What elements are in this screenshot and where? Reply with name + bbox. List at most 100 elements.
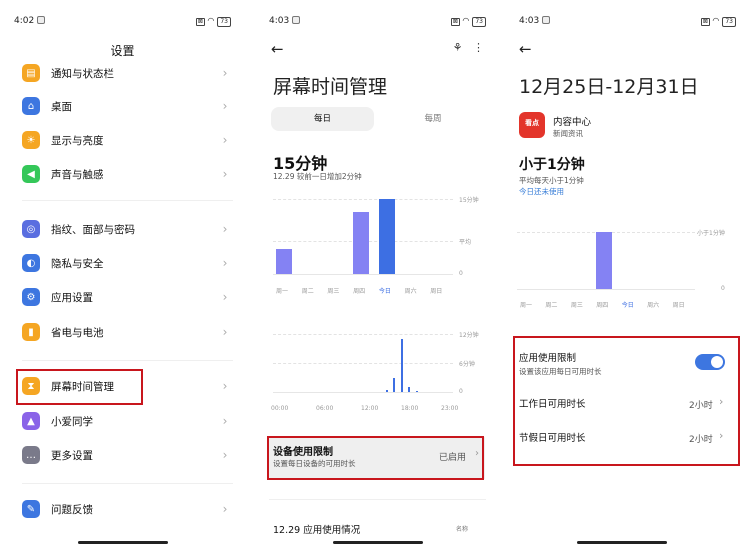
toolbar-icons: ⚘ ⋮ <box>453 41 484 54</box>
x-tick-label: 周四 <box>353 288 366 295</box>
today-usage: 今日还未使用 <box>519 187 564 196</box>
chevron-right-icon: › <box>222 325 228 339</box>
settings-item[interactable]: ◐ 隐私与安全 › <box>22 252 231 274</box>
settings-item[interactable]: ⌂ 桌面 › <box>22 95 231 117</box>
x-tick-label: 周二 <box>301 288 314 295</box>
settings-item-label: 问题反馈 <box>51 503 93 516</box>
sun-icon: ☀ <box>22 131 40 149</box>
wifi-icon: ◠ <box>712 16 720 25</box>
tab-daily[interactable]: 每日 <box>271 107 374 131</box>
screen-time-highlight <box>16 369 143 405</box>
status-icons: ⊠ ◠ 73 <box>700 16 736 27</box>
chevron-right-icon: › <box>222 133 228 147</box>
page-title: 屏幕时间管理 <box>273 76 388 98</box>
settings-item[interactable]: ▮ 省电与电池 › <box>22 321 231 343</box>
battery-level: 73 <box>472 17 486 27</box>
x-tick-label: 周二 <box>545 302 558 309</box>
status-bar: 4:02 ⊠ ◠ 73 <box>14 16 231 30</box>
x-tick-label: 周一 <box>520 302 533 309</box>
speaker-icon: ◀ <box>22 165 40 183</box>
usage-time: 小于1分钟 <box>519 157 585 173</box>
app-logo: 看点 <box>519 112 545 138</box>
settings-item-label: 桌面 <box>51 100 72 113</box>
chart-bar <box>393 377 395 392</box>
chevron-right-icon: › <box>222 99 228 113</box>
home-icon: ⌂ <box>22 97 40 115</box>
home-indicator <box>333 541 423 544</box>
x-tick-label: 周三 <box>570 302 583 309</box>
grid-line <box>273 334 453 335</box>
status-icons: ⊠ ◠ 73 <box>195 16 231 27</box>
x-tick-label: 周六 <box>647 302 660 309</box>
settings-item[interactable]: ☀ 显示与亮度 › <box>22 129 231 151</box>
wifi-icon: ◠ <box>207 16 215 25</box>
fingerprint-icon: ◎ <box>22 220 40 238</box>
settings-item[interactable]: ⚙ 应用设置 › <box>22 286 231 308</box>
x-tick-label: 周六 <box>404 288 417 295</box>
chevron-right-icon: › <box>222 448 228 462</box>
settings-panel: 4:02 ⊠ ◠ 73 设置 ▤ 通知与状态栏 › ⌂ 桌面 › ☀ 显示与亮度 › ◀ 声音与触感 ›… <box>0 0 245 556</box>
usage-avg: 平均每天小于1分钟 <box>519 176 584 185</box>
status-icons: ⊠ ◠ 73 <box>450 16 486 27</box>
grid-line <box>517 289 695 290</box>
chart-bar <box>596 232 612 289</box>
x-tick-label: 18:00 <box>401 405 419 412</box>
chevron-right-icon: › <box>222 502 228 516</box>
status-bar: 4:03 ⊠ ◠ 73 <box>269 16 486 30</box>
sprout-icon[interactable]: ⚘ <box>453 41 463 54</box>
date-range: 12月25日-12月31日 <box>519 76 699 98</box>
wifi-icon: ◠ <box>462 16 470 25</box>
x-tick-label: 06:00 <box>316 405 334 412</box>
settings-item[interactable]: ▤ 通知与状态栏 › <box>22 62 231 84</box>
battery-level: 73 <box>217 17 231 27</box>
chart-bar <box>353 211 369 274</box>
page-title: 设置 <box>110 44 135 58</box>
chevron-right-icon: › <box>222 167 228 181</box>
xiaoai-icon: ▲ <box>22 412 40 430</box>
more-vertical-icon[interactable]: ⋮ <box>473 41 484 54</box>
divider <box>22 360 233 361</box>
settings-item-label: 应用设置 <box>51 291 93 304</box>
settings-item-label: 指纹、面部与密码 <box>51 223 135 236</box>
chevron-right-icon: › <box>222 414 228 428</box>
grid-line <box>273 199 453 200</box>
x-tick-label: 周日 <box>430 288 443 295</box>
settings-item-label: 隐私与安全 <box>51 257 104 270</box>
app-detail-panel: 4:03 ⊠ ◠ 73 ← 12月25日-12月31日 看点 内容中心 新闻资讯 … <box>505 0 750 556</box>
status-time: 4:03 <box>519 16 551 26</box>
x-tick-label: 周一 <box>276 288 289 295</box>
status-time: 4:02 <box>14 16 46 26</box>
y-tick-label: 平均 <box>459 239 472 246</box>
x-tick-label: 23:00 <box>441 405 459 412</box>
app-name: 内容中心 <box>553 117 592 128</box>
back-arrow-icon[interactable]: ← <box>271 40 284 58</box>
settings-item[interactable]: ✎ 问题反馈 › <box>22 498 231 520</box>
back-arrow-icon[interactable]: ← <box>519 40 532 58</box>
settings-item[interactable]: ◀ 声音与触感 › <box>22 163 231 185</box>
x-tick-label: 00:00 <box>271 405 289 412</box>
sort-label[interactable]: 名称 <box>456 524 468 533</box>
y-tick-label: 6分钟 <box>459 361 475 368</box>
status-bar: 4:03 ⊠ ◠ 73 <box>519 16 736 30</box>
settings-item-label: 小爱同学 <box>51 415 93 428</box>
settings-item[interactable]: … 更多设置 › <box>22 444 231 466</box>
compare-text: 12.29 较前一日增加2分钟 <box>273 172 362 181</box>
y-tick-label: 15分钟 <box>459 197 479 204</box>
chevron-right-icon: › <box>222 379 228 393</box>
home-indicator <box>78 541 168 544</box>
x-tick-label: 今日 <box>378 288 391 295</box>
chart-bar <box>400 338 403 392</box>
settings-item-label: 更多设置 <box>51 449 93 462</box>
chart-bar <box>408 387 410 392</box>
battery-icon: ▮ <box>22 323 40 341</box>
chart-bar <box>385 389 388 392</box>
settings-item-label: 省电与电池 <box>51 326 104 339</box>
y-tick-label: 0 <box>721 285 725 292</box>
tab-weekly[interactable]: 每周 <box>381 107 485 131</box>
settings-item-label: 通知与状态栏 <box>51 67 114 80</box>
y-tick-label: 0 <box>459 270 463 277</box>
y-tick-label: 小于1分钟 <box>697 230 725 237</box>
feedback-icon: ✎ <box>22 500 40 518</box>
settings-item[interactable]: ◎ 指纹、面部与密码 › <box>22 218 231 240</box>
settings-item[interactable]: ▲ 小爱同学 › <box>22 410 231 432</box>
